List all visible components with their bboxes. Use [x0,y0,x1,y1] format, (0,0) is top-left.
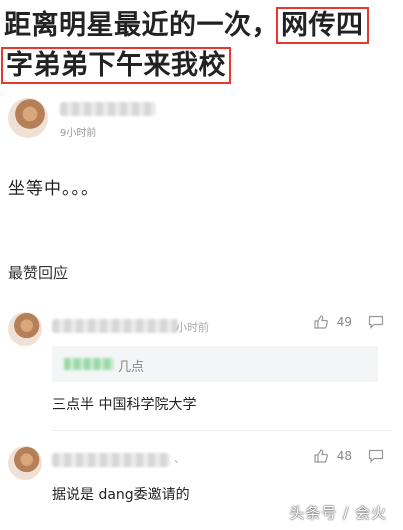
post-time: 9小时前 [60,128,97,139]
comment-icon[interactable] [368,449,384,463]
commenter-avatar[interactable] [8,446,42,480]
comment-divider [52,430,392,431]
article-title: 距离明星最近的一次，网传四 字弟弟下午来我校 [1,6,399,86]
like-icon[interactable] [313,448,329,464]
quoted-reply[interactable]: 几点 [52,346,378,382]
reply-user-blurred[interactable] [64,358,114,370]
comment-item: 小时前 49 几点 三点半 中国科学院大学 [8,312,398,422]
post-body: 坐等中。。。 [8,179,99,199]
highlighted-title-text: 字弟弟下午来我校 [1,47,231,84]
watermark: 头条号 / 会火 [289,504,387,522]
commenter-avatar[interactable] [8,312,42,346]
post-author[interactable]: 9小时前 [8,98,398,146]
author-avatar[interactable] [8,98,48,138]
section-title: 最赞回应 [8,264,69,282]
commenter-name-blurred[interactable] [52,453,170,467]
comment-time: 、 [174,452,185,465]
title-line-1: 距离明星最近的一次，网传四 [4,6,399,46]
highlighted-title-text: 网传四 [276,7,369,44]
like-icon[interactable] [313,314,329,330]
title-line-2: 字弟弟下午来我校 [1,46,399,86]
comment-text: 据说是 dang委邀请的 [52,487,190,503]
author-name-blurred[interactable] [60,102,156,116]
comment-actions: 49 [313,314,384,330]
comment-text: 三点半 中国科学院大学 [52,397,197,413]
comment-time: 小时前 [176,321,209,334]
comment-icon[interactable] [368,315,384,329]
commenter-name-blurred[interactable] [52,319,178,333]
like-count: 49 [336,315,352,329]
title-text: 距离明星最近的一次， [4,10,279,41]
like-count: 48 [336,449,352,463]
comment-actions: 48 [313,448,384,464]
reply-text: 几点 [118,360,145,375]
comment-item: 、 48 据说是 dang委邀请的 [8,446,398,506]
